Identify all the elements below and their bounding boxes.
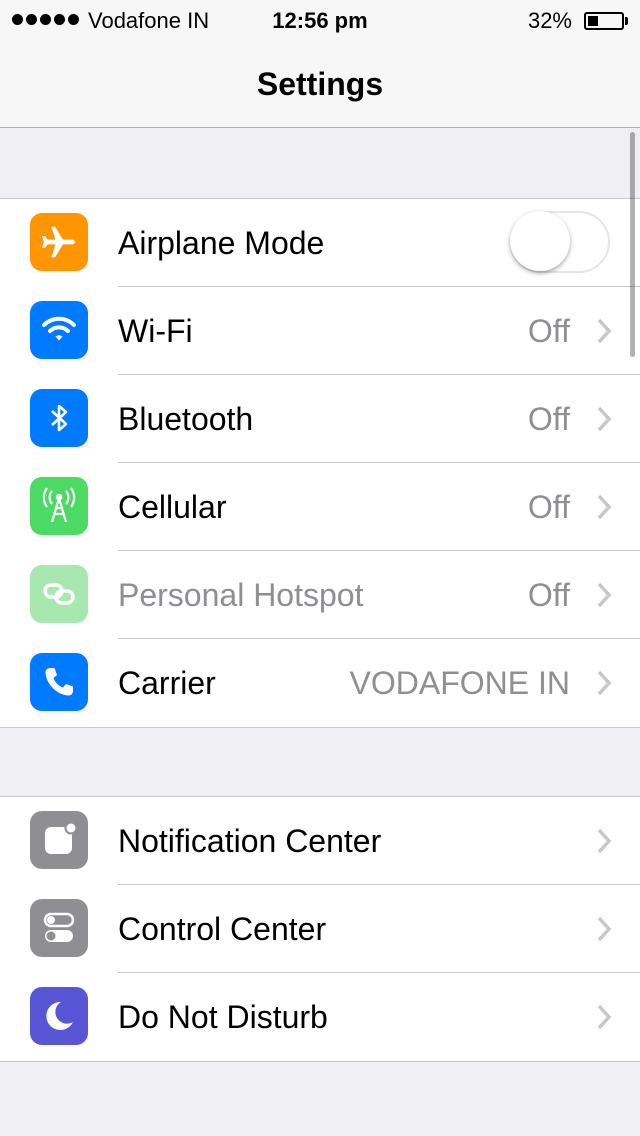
phone-icon — [30, 653, 88, 711]
battery-percent: 32% — [527, 8, 572, 33]
chevron-right-icon — [597, 406, 612, 432]
chevron-right-icon — [597, 670, 612, 696]
cellular-label: Cellular — [118, 489, 227, 525]
personal-hotspot-value: Off — [527, 577, 570, 613]
wifi-value: Off — [527, 313, 570, 349]
airplane-mode-toggle[interactable] — [510, 211, 610, 273]
settings-row-notification-center[interactable]: Notification Center — [0, 797, 640, 885]
airplane-icon — [30, 213, 88, 271]
chevron-right-icon — [597, 494, 612, 520]
chevron-right-icon — [597, 1004, 612, 1030]
carrier-label: Carrier — [118, 665, 216, 701]
wifi-icon — [30, 301, 88, 359]
control-center-icon — [30, 899, 88, 957]
settings-group-connectivity: Airplane Mode Wi-Fi Off Bluetooth Off Ce… — [0, 198, 640, 728]
chevron-right-icon — [597, 828, 612, 854]
chevron-right-icon — [597, 916, 612, 942]
status-bar: Vodafone IN 12:56 pm 32% — [0, 0, 640, 40]
settings-row-carrier[interactable]: Carrier VODAFONE IN — [0, 639, 640, 727]
cellular-value: Off — [527, 489, 570, 525]
carrier-value: VODAFONE IN — [349, 665, 570, 701]
chevron-right-icon — [597, 582, 612, 608]
settings-row-bluetooth[interactable]: Bluetooth Off — [0, 375, 640, 463]
hotspot-icon — [30, 565, 88, 623]
settings-row-wifi[interactable]: Wi-Fi Off — [0, 287, 640, 375]
do-not-disturb-label: Do Not Disturb — [118, 999, 328, 1035]
scrollbar[interactable] — [630, 132, 635, 357]
bluetooth-value: Off — [527, 401, 570, 437]
notification-center-icon — [30, 811, 88, 869]
control-center-label: Control Center — [118, 911, 327, 947]
navigation-bar: Settings — [0, 40, 640, 128]
bluetooth-icon — [30, 389, 88, 447]
toggle-knob — [510, 211, 570, 271]
battery-icon — [584, 12, 628, 30]
airplane-mode-label: Airplane Mode — [118, 225, 325, 261]
chevron-right-icon — [597, 318, 612, 344]
cellular-antenna-icon — [30, 477, 88, 535]
settings-row-control-center[interactable]: Control Center — [0, 885, 640, 973]
settings-row-do-not-disturb[interactable]: Do Not Disturb — [0, 973, 640, 1061]
page-title: Settings — [256, 66, 384, 102]
wifi-label: Wi-Fi — [118, 313, 193, 349]
settings-group-system: Notification Center Control Center Do No… — [0, 796, 640, 1062]
personal-hotspot-label: Personal Hotspot — [118, 577, 364, 613]
notification-center-label: Notification Center — [118, 823, 382, 859]
settings-row-airplane-mode: Airplane Mode — [0, 199, 640, 287]
settings-row-cellular[interactable]: Cellular Off — [0, 463, 640, 551]
settings-row-personal-hotspot[interactable]: Personal Hotspot Off — [0, 551, 640, 639]
bluetooth-label: Bluetooth — [118, 401, 254, 437]
moon-icon — [30, 987, 88, 1045]
